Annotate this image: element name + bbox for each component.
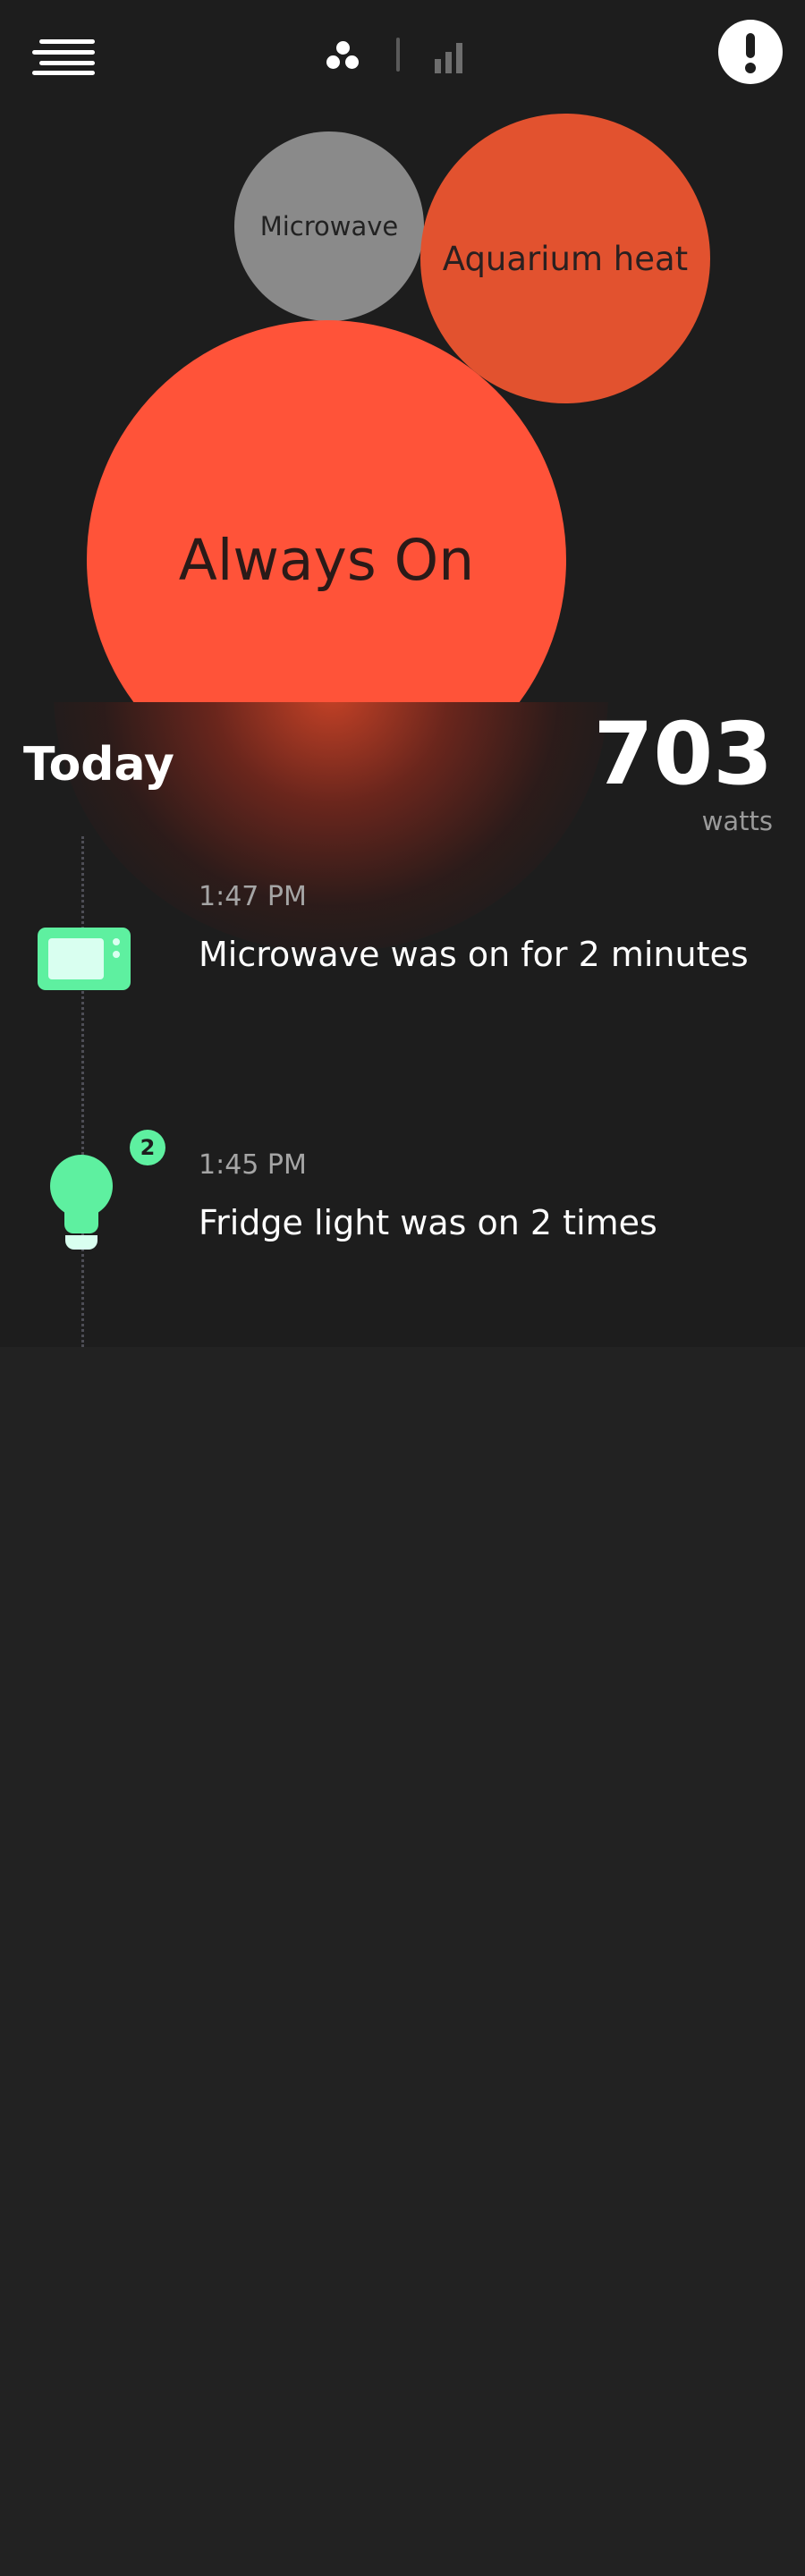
event-text: Microwave was on for 2 minutes (199, 935, 749, 974)
light-bulb-icon: 2 (47, 1130, 165, 1271)
hamburger-menu-icon[interactable] (32, 38, 102, 75)
view-toggle (322, 34, 483, 79)
today-panel: Today 703 watts 1:47 PM Microwave was on… (0, 702, 805, 1347)
bubble-label: Aquarium heat (442, 239, 689, 278)
event-text: Fridge light was on 2 times (199, 1203, 657, 1242)
event-time: 1:45 PM (199, 1149, 307, 1181)
bubble-label: Microwave (259, 211, 399, 242)
bubble-microwave[interactable]: Microwave (234, 131, 424, 321)
bubbles-view-icon[interactable] (322, 34, 367, 79)
exclamation-icon[interactable] (718, 20, 783, 84)
bubble-label: Always On (178, 528, 475, 593)
usage-value: 703 (593, 704, 773, 804)
app-screen: Microwave Aquarium heat Always On Today … (0, 0, 805, 1347)
toggle-divider (396, 38, 400, 72)
usage-unit: watts (701, 806, 773, 836)
top-bar (0, 0, 805, 116)
bar-chart-icon[interactable] (429, 38, 474, 77)
event-time: 1:47 PM (199, 881, 307, 912)
microwave-icon (38, 928, 131, 990)
bubble-aquarium-heat[interactable]: Aquarium heat (420, 114, 710, 403)
section-title: Today (23, 738, 174, 792)
count-badge: 2 (130, 1130, 165, 1165)
